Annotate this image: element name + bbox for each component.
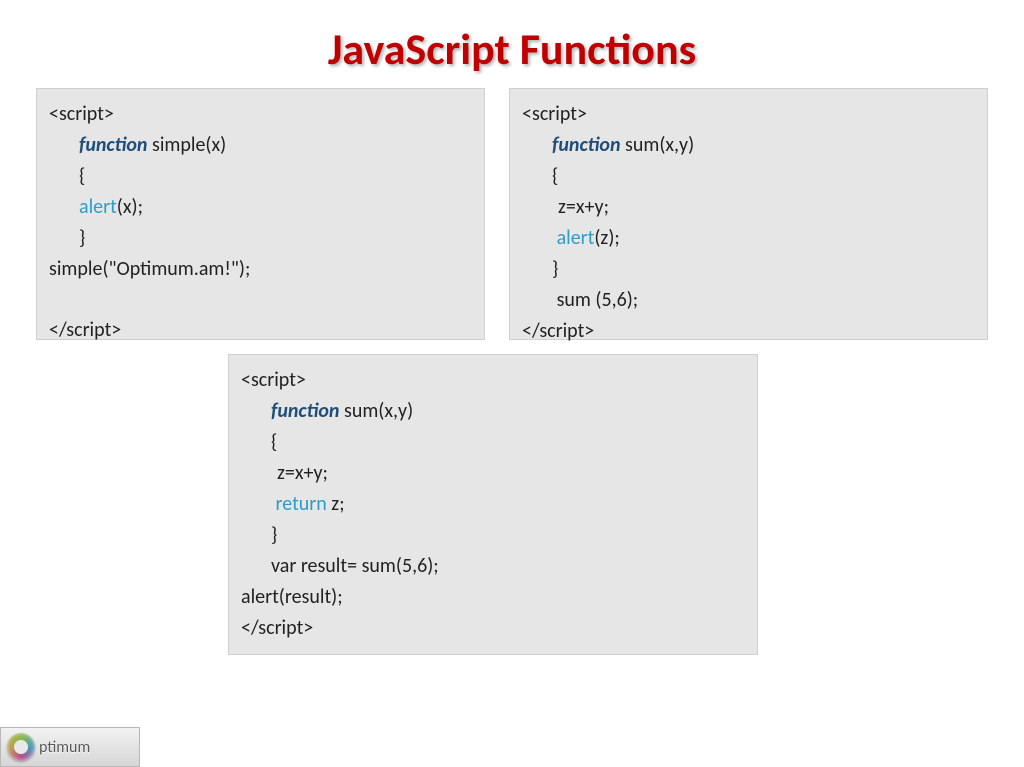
optimum-logo: ptimum xyxy=(0,727,140,767)
code-line: </script> xyxy=(49,315,472,346)
code-line: function simple(x) xyxy=(49,130,472,161)
code-line: alert(result); xyxy=(241,582,745,613)
logo-text: ptimum xyxy=(39,738,90,757)
fn-alert: alert xyxy=(79,195,117,219)
code-line: var result= sum(5,6); xyxy=(241,551,745,582)
blank-line xyxy=(49,285,472,315)
code-example-sum-return: <script> function sum(x,y) { z=x+y; retu… xyxy=(228,354,758,655)
code-line: </script> xyxy=(522,316,975,347)
code-text: (x); xyxy=(117,195,143,219)
code-line: alert(x); xyxy=(49,192,472,223)
code-example-simple: <script> function simple(x) { alert(x); … xyxy=(36,88,485,340)
code-line: } xyxy=(241,520,745,551)
code-line: simple("Optimum.am!"); xyxy=(49,254,472,285)
code-line: function sum(x,y) xyxy=(522,130,975,161)
code-line: sum (5,6); xyxy=(522,285,975,316)
code-text: sum(x,y) xyxy=(621,133,695,157)
logo-ring-icon xyxy=(7,733,35,761)
code-line: { xyxy=(522,161,975,192)
code-line: <script> xyxy=(241,365,745,396)
keyword-function: function xyxy=(552,133,620,157)
code-line: { xyxy=(49,161,472,192)
code-text: simple(x) xyxy=(147,133,226,157)
code-line: function sum(x,y) xyxy=(241,396,745,427)
code-line: alert(z); xyxy=(522,223,975,254)
fn-alert: alert xyxy=(557,226,595,250)
code-line: </script> xyxy=(241,613,745,644)
code-line: return z; xyxy=(241,489,745,520)
code-text: sum (5,6); xyxy=(557,288,639,312)
code-line: } xyxy=(522,254,975,285)
code-line: z=x+y; xyxy=(241,458,745,489)
code-text: sum(x,y) xyxy=(339,399,413,423)
code-line: z=x+y; xyxy=(522,192,975,223)
code-line: { xyxy=(241,427,745,458)
code-line: } xyxy=(49,223,472,254)
code-line: <script> xyxy=(522,99,975,130)
code-line: <script> xyxy=(49,99,472,130)
code-example-sum-alert: <script> function sum(x,y) { z=x+y; aler… xyxy=(509,88,988,340)
keyword-return: return xyxy=(276,492,327,516)
code-text: (z); xyxy=(594,226,619,250)
top-row: <script> function simple(x) { alert(x); … xyxy=(0,88,1024,340)
code-text: z; xyxy=(327,492,345,516)
keyword-function: function xyxy=(79,133,147,157)
slide-title: JavaScript Functions xyxy=(0,0,1024,88)
keyword-function: function xyxy=(271,399,339,423)
